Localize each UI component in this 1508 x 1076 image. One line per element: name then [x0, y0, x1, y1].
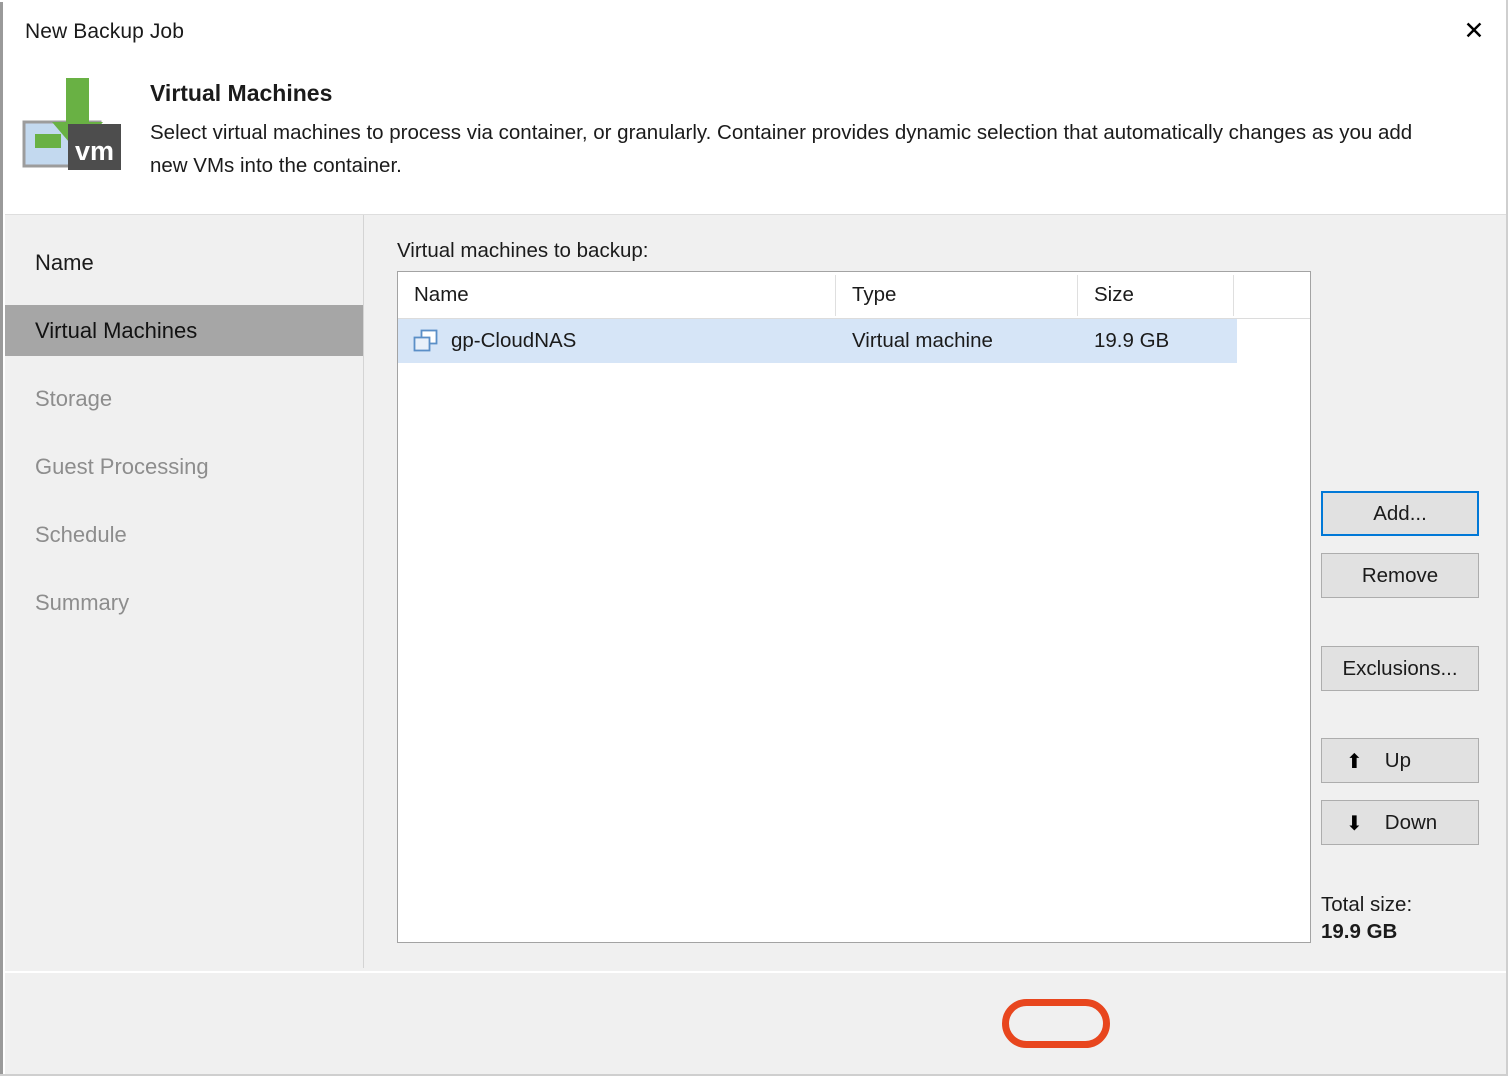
add-button[interactable]: Add... — [1321, 491, 1479, 536]
up-button-label: Up — [1384, 748, 1411, 772]
header-title: Virtual Machines — [150, 80, 333, 106]
sidebar-item-label: Guest Processing — [35, 453, 209, 479]
cell-size: 19.9 GB — [1094, 329, 1170, 352]
wizard-footer: < Previous Next > Finish Cancel — [5, 973, 1506, 1074]
title-bar: New Backup Job ✕ — [5, 2, 1506, 60]
sidebar-item-label: Schedule — [35, 521, 127, 547]
down-button-label: Down — [1384, 810, 1438, 834]
cell-type: Virtual machine — [852, 329, 993, 352]
column-header-label: Name — [414, 283, 469, 306]
arrow-up-icon: ⬆ — [1346, 748, 1363, 773]
wizard-step-list: Name Virtual Machines Storage Guest Proc… — [5, 215, 363, 971]
arrow-down-icon: ⬇ — [1346, 810, 1363, 835]
column-separator[interactable] — [1233, 275, 1234, 316]
column-header-name[interactable]: Name — [398, 272, 835, 318]
column-header-label: Size — [1094, 283, 1134, 306]
sidebar-item-guest-processing[interactable]: Guest Processing — [5, 441, 363, 492]
dialog-body: Name Virtual Machines Storage Guest Proc… — [5, 215, 1506, 971]
sidebar-item-virtual-machines[interactable]: Virtual Machines — [5, 305, 363, 356]
wizard-header: vm Virtual Machines Select virtual machi… — [5, 60, 1506, 214]
virtual-machine-icon — [413, 329, 438, 352]
sidebar-item-label: Name — [35, 249, 94, 275]
vm-list-label: Virtual machines to backup: — [397, 239, 649, 262]
sidebar-item-schedule[interactable]: Schedule — [5, 509, 363, 560]
close-button[interactable]: ✕ — [1441, 4, 1507, 56]
vm-table-header: Name Type Size — [398, 272, 1310, 319]
svg-text:vm: vm — [75, 136, 114, 166]
vm-backup-icon: vm — [22, 78, 121, 170]
close-icon: ✕ — [1463, 15, 1485, 45]
column-header-type[interactable]: Type — [836, 272, 1077, 318]
sidebar-item-storage[interactable]: Storage — [5, 373, 363, 424]
cell-name: gp-CloudNAS — [451, 329, 577, 352]
sidebar-item-name[interactable]: Name — [5, 237, 363, 288]
header-description: Select virtual machines to process via c… — [150, 121, 1413, 177]
table-row[interactable]: gp-CloudNAS Virtual machine 19.9 GB — [398, 319, 1237, 363]
sidebar-item-label: Storage — [35, 385, 113, 411]
column-header-size[interactable]: Size — [1078, 272, 1233, 318]
window-title: New Backup Job — [25, 20, 184, 43]
total-size-label: Total size: — [1321, 893, 1413, 916]
up-button[interactable]: ⬆ Up — [1321, 738, 1479, 783]
sidebar-item-summary[interactable]: Summary — [5, 577, 363, 628]
sidebar-item-label: Virtual Machines — [35, 317, 198, 343]
column-header-label: Type — [852, 283, 897, 306]
down-button[interactable]: ⬇ Down — [1321, 800, 1479, 845]
total-size-value: 19.9 GB — [1321, 920, 1398, 943]
new-backup-job-dialog: New Backup Job ✕ vm Virtual Machines Sel… — [0, 0, 1508, 1076]
vm-table: Name Type Size gp-CloudNAS Virtual machi… — [397, 271, 1311, 943]
sidebar-item-label: Summary — [35, 589, 130, 615]
exclusions-button[interactable]: Exclusions... — [1321, 646, 1479, 691]
remove-button[interactable]: Remove — [1321, 553, 1479, 598]
